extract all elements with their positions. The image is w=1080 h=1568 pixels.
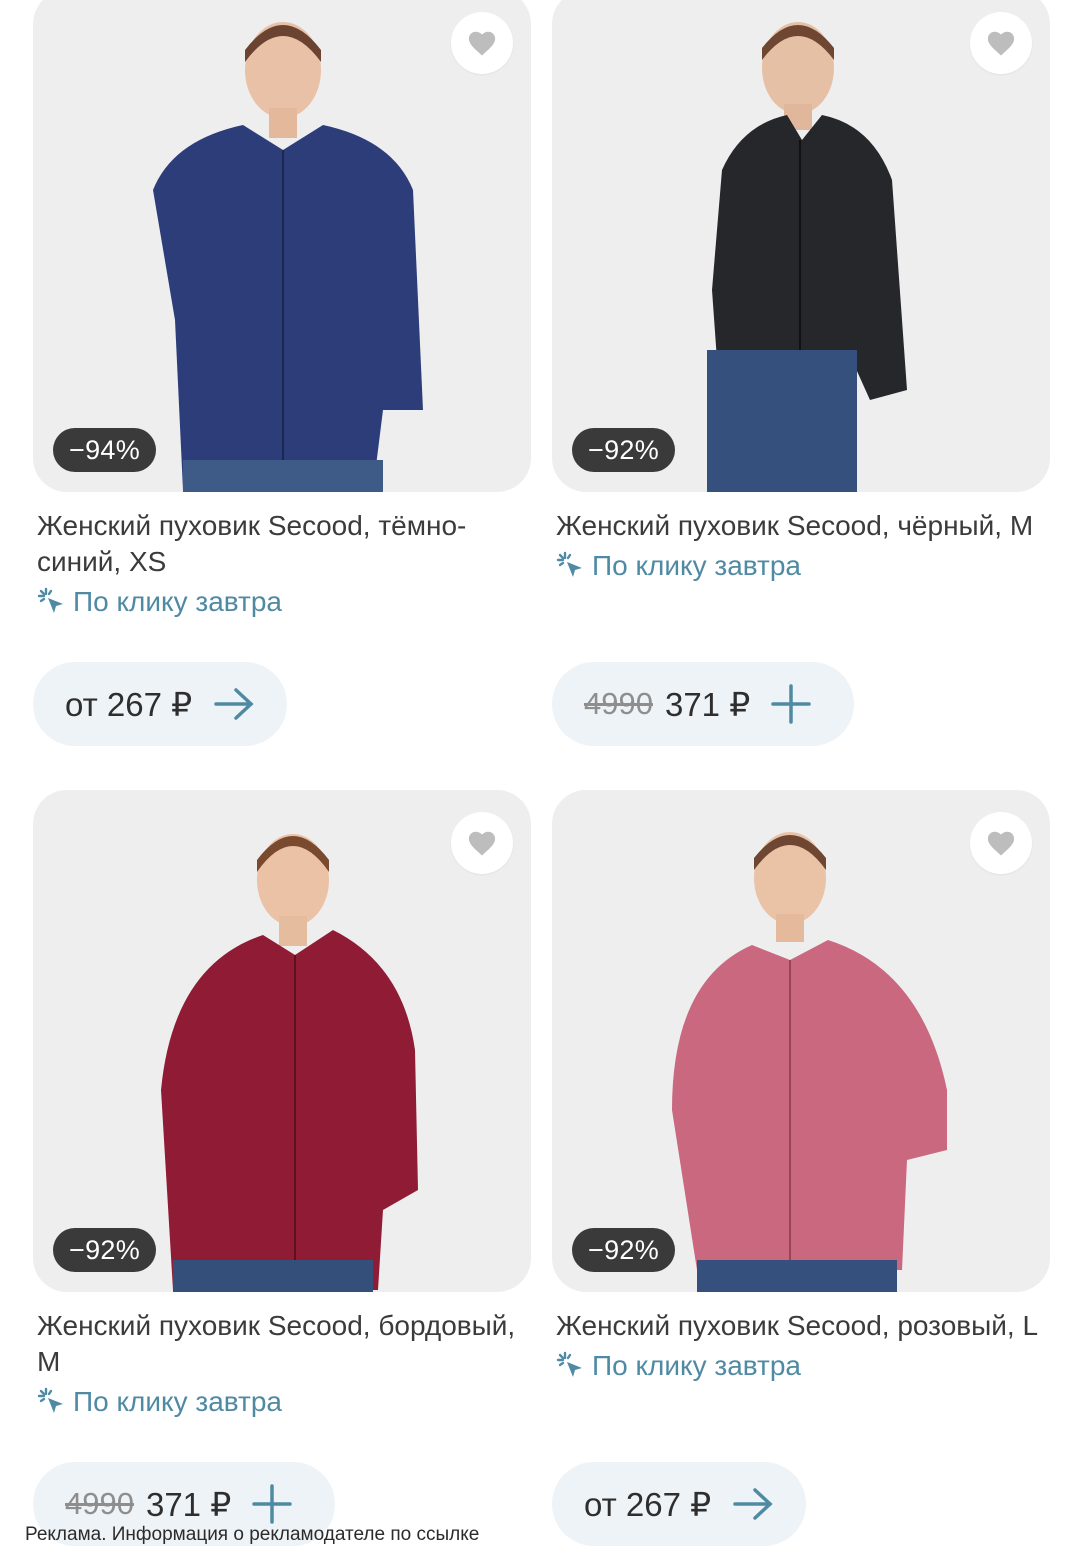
product-title[interactable]: Женский пуховик Secood, бордовый, M — [37, 1308, 529, 1380]
product-image — [161, 834, 418, 1292]
product-photo[interactable]: −92% — [552, 790, 1050, 1292]
product-title[interactable]: Женский пуховик Secood, розовый, L — [556, 1308, 1048, 1344]
ad-disclaimer-link[interactable]: Реклама. Информация о рекламодателе по с… — [25, 1524, 479, 1546]
click-sparkle-icon — [37, 587, 63, 613]
product-card[interactable]: −92% Женский пуховик Secood, бордовый, M… — [33, 790, 531, 1546]
product-title[interactable]: Женский пуховик Secood, тёмно-синий, XS — [37, 508, 529, 580]
product-card[interactable]: −92% Женский пуховик Secood, чёрный, M П… — [552, 0, 1050, 746]
price-button[interactable]: от 267 ₽ — [552, 1462, 806, 1546]
delivery-info: По клику завтра — [556, 548, 1046, 584]
delivery-text: По клику завтра — [592, 550, 802, 581]
plus-icon — [251, 1483, 293, 1525]
price: 371 ₽ — [664, 685, 751, 723]
click-sparkle-icon — [556, 551, 582, 577]
delivery-info: По клику завтра — [37, 1384, 527, 1420]
discount-badge: −94% — [53, 428, 157, 472]
product-photo[interactable]: −92% — [552, 0, 1050, 492]
arrow-right-icon — [212, 686, 256, 722]
arrow-right-icon — [731, 1486, 775, 1522]
old-price: 4990 — [65, 1486, 134, 1521]
plus-icon — [770, 683, 812, 725]
click-sparkle-icon — [37, 1387, 63, 1413]
old-price: 4990 — [584, 686, 653, 721]
price: 371 ₽ — [145, 1485, 232, 1523]
product-card[interactable]: −94% Женский пуховик Secood, тёмно-синий… — [33, 0, 531, 746]
favorite-button[interactable] — [970, 812, 1032, 874]
delivery-text: По клику завтра — [592, 1350, 802, 1381]
discount-badge: −92% — [572, 428, 676, 472]
price: от 267 ₽ — [584, 1485, 712, 1523]
delivery-info: По клику завтра — [37, 584, 527, 620]
product-photo[interactable]: −92% — [33, 790, 531, 1292]
heart-icon — [468, 31, 496, 56]
discount-badge: −92% — [572, 1228, 676, 1272]
price: от 267 ₽ — [65, 685, 193, 723]
price-button[interactable]: 4990 371 ₽ — [552, 662, 854, 746]
price-button[interactable]: от 267 ₽ — [33, 662, 287, 746]
delivery-text: По клику завтра — [73, 1386, 283, 1417]
discount-badge: −92% — [53, 1228, 157, 1272]
product-image — [707, 22, 907, 492]
favorite-button[interactable] — [970, 12, 1032, 74]
product-card[interactable]: −92% Женский пуховик Secood, розовый, L … — [552, 790, 1050, 1546]
product-photo[interactable]: −94% — [33, 0, 531, 492]
delivery-info: По клику завтра — [556, 1348, 1046, 1384]
product-image — [672, 832, 947, 1292]
favorite-button[interactable] — [451, 12, 513, 74]
product-title[interactable]: Женский пуховик Secood, чёрный, M — [556, 508, 1048, 544]
heart-icon — [987, 831, 1015, 856]
product-image — [153, 22, 423, 492]
delivery-text: По клику завтра — [73, 586, 283, 617]
heart-icon — [468, 831, 496, 856]
heart-icon — [987, 31, 1015, 56]
favorite-button[interactable] — [451, 812, 513, 874]
click-sparkle-icon — [556, 1351, 582, 1377]
